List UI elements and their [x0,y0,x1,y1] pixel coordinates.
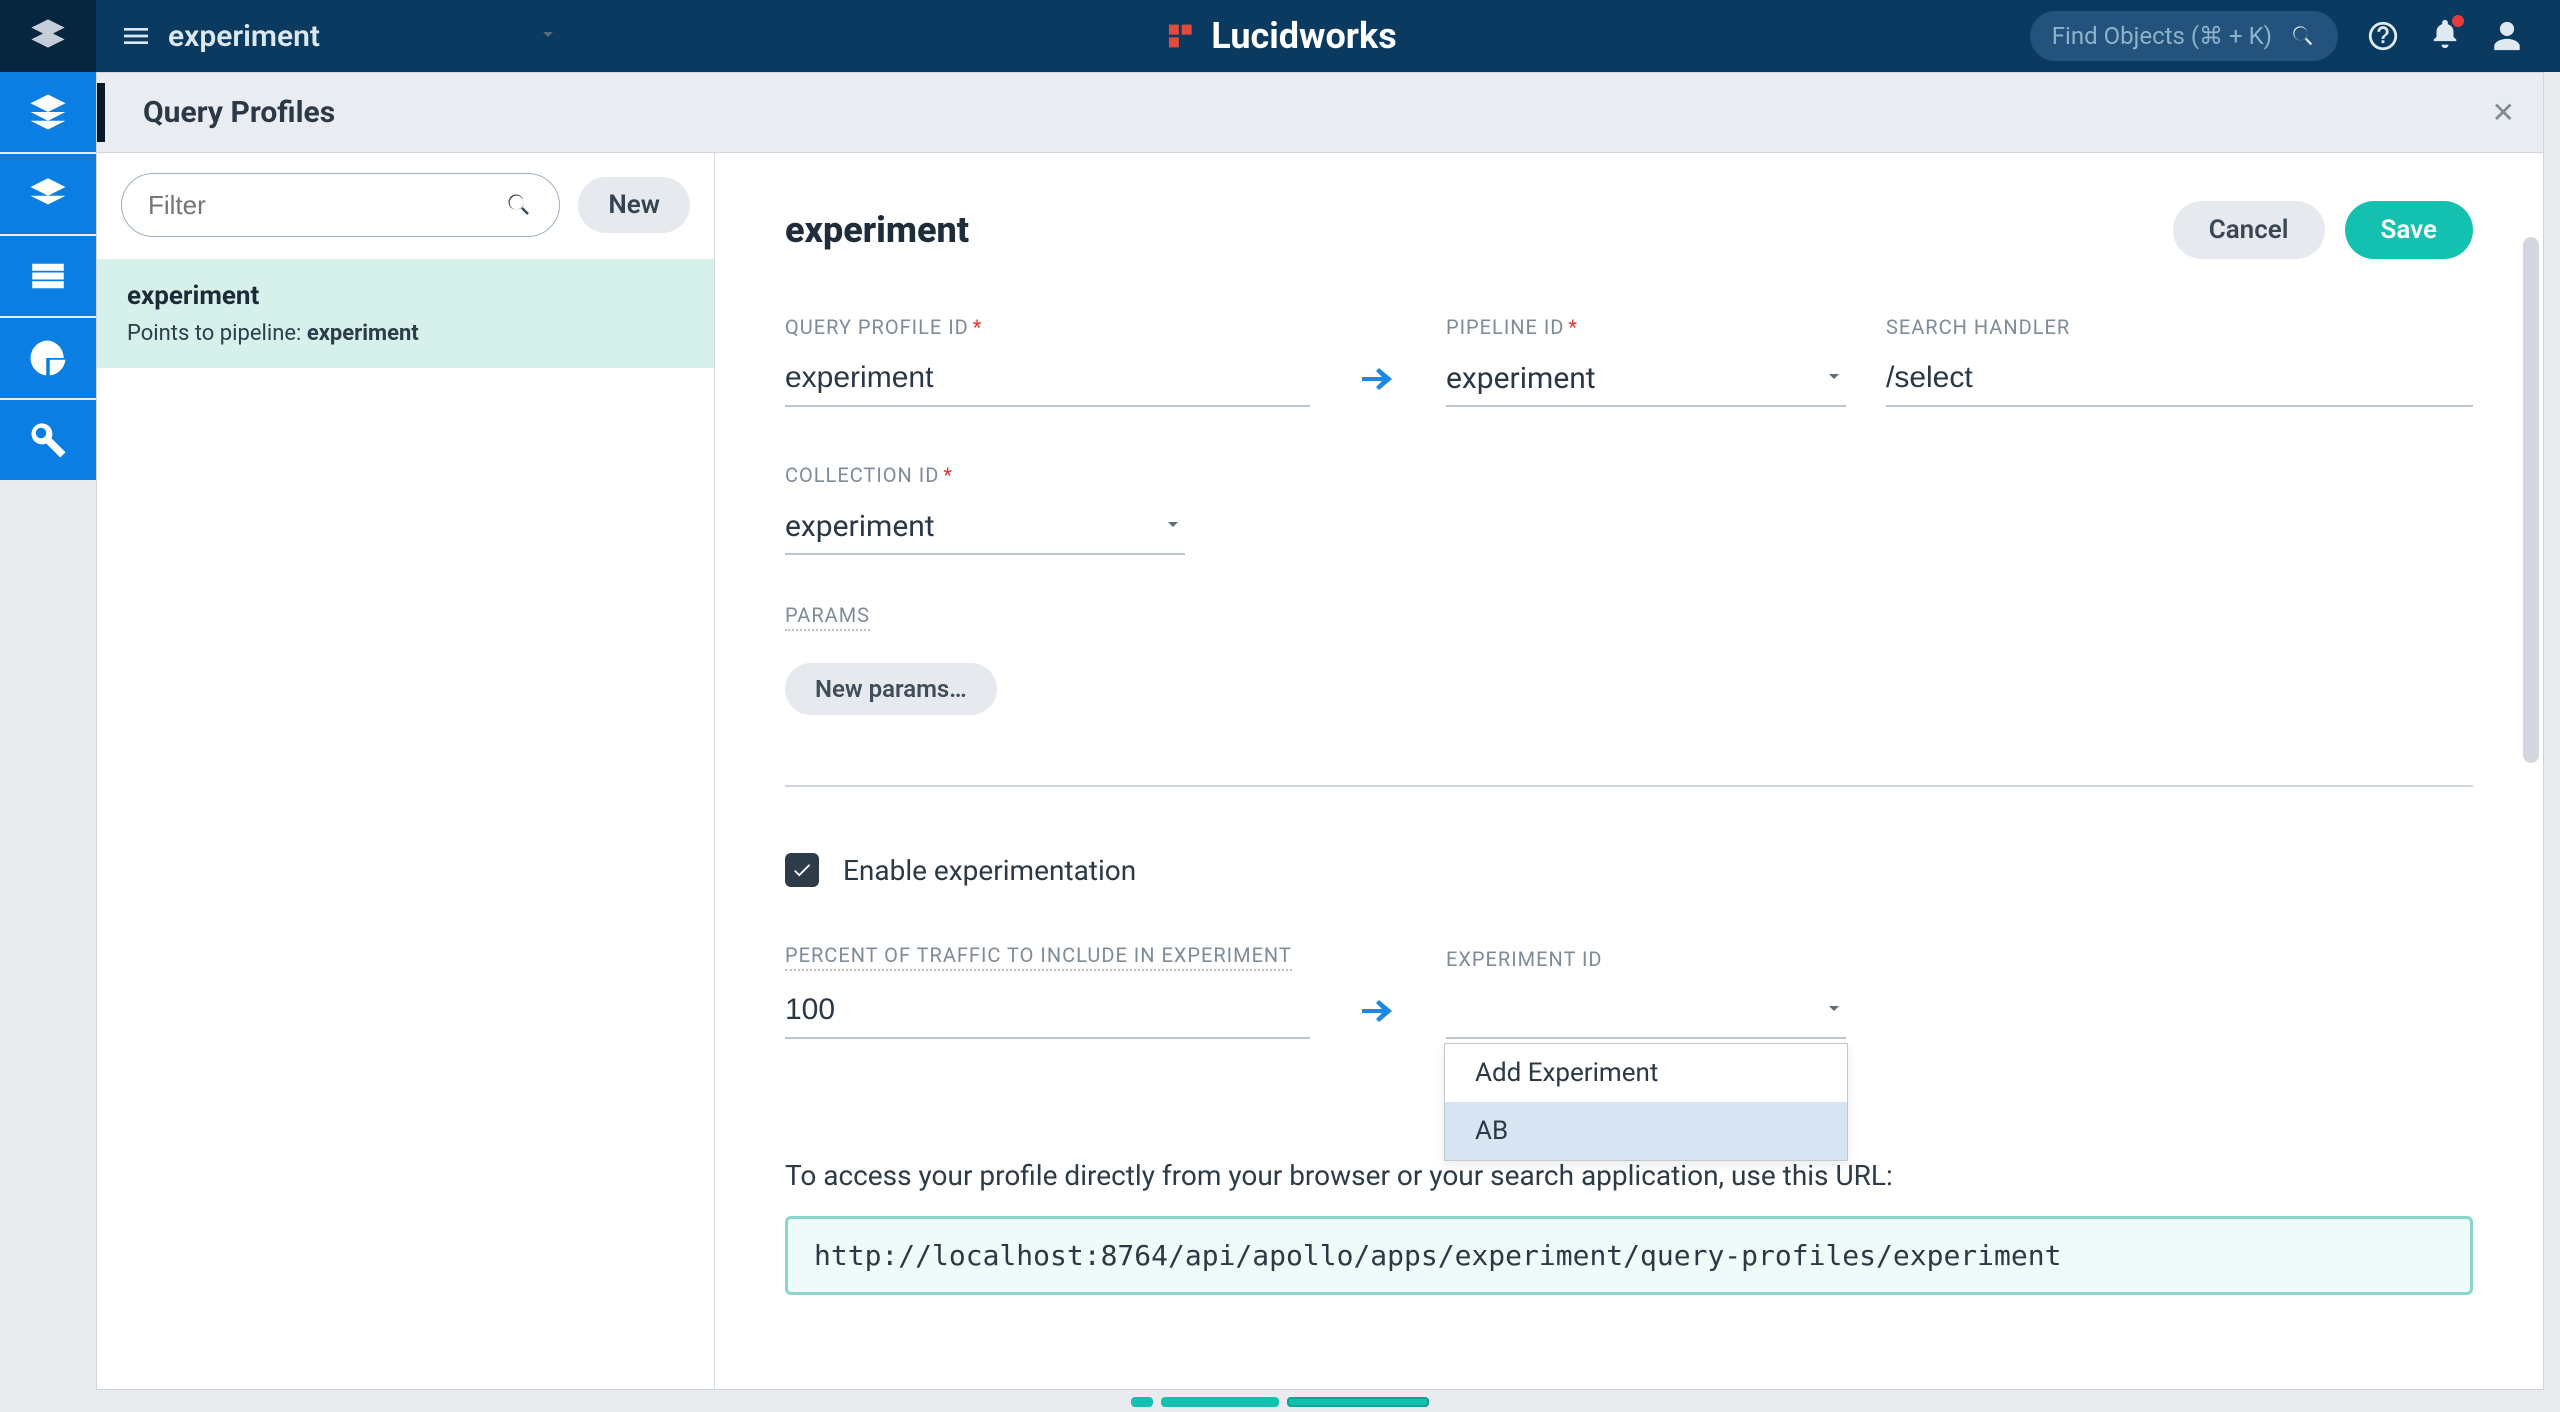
label-experiment-id: EXPERIMENT ID [1446,947,1846,971]
account-icon[interactable] [2490,19,2524,53]
scrollbar[interactable] [2523,237,2539,1381]
label-query-profile-id: QUERY PROFILE ID* [785,315,1310,339]
access-url-hint: To access your profile directly from you… [785,1159,2473,1192]
traffic-pct-input[interactable] [785,983,1310,1039]
chevron-down-icon [1822,361,1846,396]
label-params: PARAMS [785,603,870,631]
experiment-id-dropdown: Add Experiment AB [1444,1043,1848,1161]
rail-tools[interactable] [0,400,96,480]
arrow-icon [1350,983,1406,1039]
search-placeholder: Find Objects (⌘ + K) [2052,22,2272,50]
search-icon [2290,23,2316,49]
label-pipeline-id: PIPELINE ID* [1446,315,1846,339]
profile-list-item[interactable]: experiment Points to pipeline: experimen… [97,259,714,368]
panel-title: Query Profiles [143,95,335,130]
notifications-button[interactable] [2428,17,2462,55]
notification-dot [2452,15,2464,27]
access-url-box[interactable]: http://localhost:8764/api/apollo/apps/ex… [785,1216,2473,1295]
layers-icon [120,20,152,52]
workspace-selector[interactable]: experiment [96,19,560,54]
save-button[interactable]: Save [2345,201,2474,259]
enable-experimentation-label: Enable experimentation [843,854,1136,887]
search-handler-input[interactable] [1886,351,2473,407]
profile-filter-input[interactable] [148,190,505,221]
global-search[interactable]: Find Objects (⌘ + K) [2030,11,2338,61]
new-params-button[interactable]: New params… [785,663,997,715]
profile-heading: experiment [785,209,969,251]
label-traffic-pct: PERCENT OF TRAFFIC TO INCLUDE IN EXPERIM… [785,943,1292,971]
chevron-down-icon [1822,993,1846,1028]
rail-query[interactable] [0,154,96,234]
rail-index[interactable] [0,72,96,152]
cancel-button[interactable]: Cancel [2173,201,2325,259]
rail-data[interactable] [0,236,96,316]
profile-item-name: experiment [127,281,684,311]
brand-label: Lucidworks [1163,15,1396,57]
arrow-icon [1350,351,1406,407]
experiment-option-ab[interactable]: AB [1445,1102,1847,1160]
label-collection-id: COLLECTION ID* [785,463,1185,487]
rail-analytics[interactable] [0,318,96,398]
pipeline-id-select[interactable]: experiment [1446,351,1846,407]
experiment-id-select[interactable]: Add Experiment AB [1446,983,1846,1039]
profile-item-meta: Points to pipeline: experiment [127,321,684,346]
experiment-option-add[interactable]: Add Experiment [1445,1044,1847,1102]
new-profile-button[interactable]: New [578,177,690,233]
divider [785,785,2473,787]
collection-id-select[interactable]: experiment [785,499,1185,555]
enable-experimentation-checkbox[interactable] [785,853,819,887]
chevron-down-icon [536,19,560,54]
close-panel-button[interactable]: ✕ [2492,96,2515,129]
chevron-down-icon [1161,509,1185,544]
app-logo[interactable] [0,0,96,72]
progress-indicator [0,1392,2560,1412]
query-profile-id-input[interactable] [785,351,1310,407]
search-icon [505,191,533,219]
profile-filter[interactable] [121,173,560,237]
label-search-handler: SEARCH HANDLER [1886,315,2473,339]
help-icon[interactable] [2366,19,2400,53]
workspace-name: experiment [168,19,320,54]
